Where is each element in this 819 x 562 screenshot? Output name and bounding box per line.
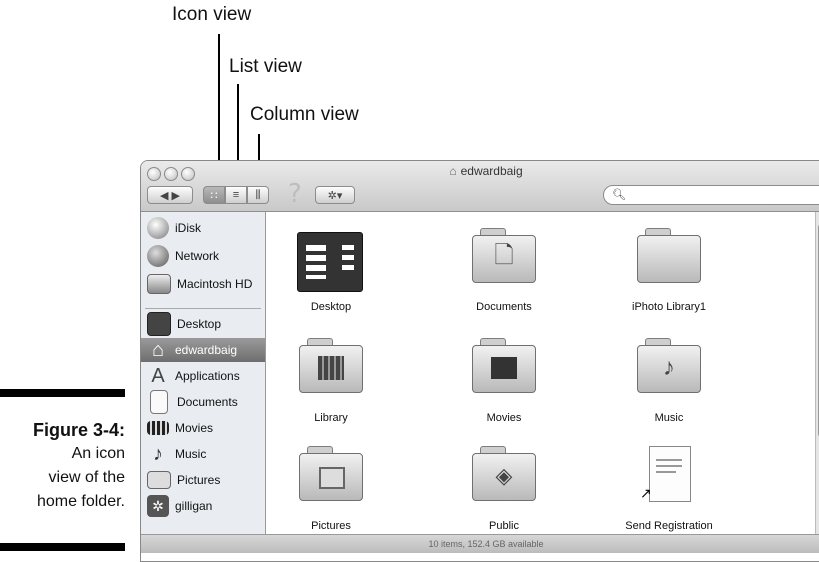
window-title-text: edwardbaig	[460, 164, 523, 178]
item-documents[interactable]: 🗋︎ Documents	[444, 226, 564, 316]
sidebar-item-label: Pictures	[177, 473, 221, 487]
books-icon	[318, 356, 344, 380]
movies-icon	[147, 421, 169, 435]
caption-line-3: home folder.	[36, 493, 125, 510]
item-pictures[interactable]: Pictures	[271, 444, 391, 534]
caption-line-1: An icon	[71, 445, 125, 462]
treble-clef-icon: ♪	[663, 354, 675, 381]
iphoto-library-folder-icon	[637, 228, 701, 283]
help-icon: ?	[288, 179, 302, 209]
item-send-registration[interactable]: ↗ Send Registration	[609, 444, 729, 534]
sidebar: iDisk Network Macintosh HD Desktop ⌂ edwa…	[141, 212, 266, 534]
item-label: Music	[654, 412, 684, 424]
search-field[interactable]: 🔍︎	[603, 185, 819, 205]
list-view-callout: List view	[229, 56, 302, 77]
sidebar-item-idisk[interactable]: iDisk	[147, 216, 201, 240]
window-title: ⌂ edwardbaig	[141, 164, 819, 178]
music-folder-icon: ♪	[637, 338, 701, 393]
clapperboard-icon	[491, 357, 517, 379]
desktop-folder-icon	[297, 232, 363, 292]
icon-view-area: Desktop 🗋︎ Documents iPhoto Library1 Lib…	[266, 212, 814, 534]
item-library[interactable]: Library	[271, 336, 391, 426]
sidebar-item-movies[interactable]: Movies	[147, 416, 213, 440]
column-view-callout: Column view	[250, 104, 359, 125]
alias-arrow-icon: ↗	[640, 485, 652, 501]
hard-drive-icon	[147, 274, 171, 294]
sidebar-item-label: iDisk	[175, 221, 201, 235]
title-bar: ⌂ edwardbaig ◀ ▶ ∷ ≡ ⫼ ? ✲▾ 🔍︎	[141, 161, 819, 212]
applications-icon: A	[151, 365, 165, 387]
list-view-button[interactable]: ≡	[225, 186, 247, 204]
caption-line-2: view of the	[48, 469, 125, 486]
sidebar-item-network[interactable]: Network	[147, 244, 219, 268]
status-bar: 10 items, 152.4 GB available	[141, 534, 819, 553]
item-public[interactable]: ◈ Public	[444, 444, 564, 534]
sidebar-item-label: Network	[175, 249, 220, 263]
send-registration-icon: ↗	[640, 446, 691, 502]
item-desktop[interactable]: Desktop	[271, 226, 391, 316]
item-label: Desktop	[310, 301, 352, 313]
item-label: Pictures	[311, 520, 351, 532]
sidebar-item-edwardbaig[interactable]: ⌂ edwardbaig	[141, 338, 265, 362]
caption-top-rule	[0, 389, 125, 397]
sidebar-item-label: Desktop	[177, 317, 222, 331]
finder-window: ⌂ edwardbaig ◀ ▶ ∷ ≡ ⫼ ? ✲▾ 🔍︎ iDisk Netw…	[140, 160, 819, 562]
photo-frame-icon	[319, 467, 345, 489]
column-view-button[interactable]: ⫼	[247, 186, 269, 204]
sidebar-item-music[interactable]: ♪ Music	[147, 442, 206, 466]
item-label: iPhoto Library1	[632, 301, 706, 313]
caption-bottom-rule	[0, 543, 125, 551]
sidebar-item-label: Macintosh HD	[177, 277, 253, 291]
pictures-folder-icon	[299, 446, 363, 501]
sidebar-item-label: Movies	[175, 421, 214, 435]
sidebar-item-label: edwardbaig	[175, 343, 238, 357]
sidebar-item-documents[interactable]: Documents	[147, 390, 238, 414]
idisk-icon	[147, 217, 169, 239]
vertical-scrollbar[interactable]: ▲ ▼	[815, 212, 819, 534]
sidebar-item-pictures[interactable]: Pictures	[147, 468, 220, 492]
music-icon: ♪	[153, 443, 163, 465]
item-label: Library	[314, 412, 348, 424]
sidebar-item-label: Documents	[177, 395, 238, 409]
home-icon: ⌂	[151, 339, 165, 361]
item-music[interactable]: ♪ Music	[609, 336, 729, 426]
pictures-icon	[147, 471, 171, 489]
item-iphoto-library[interactable]: iPhoto Library1	[609, 226, 729, 316]
item-movies[interactable]: Movies	[444, 336, 564, 426]
back-forward-button[interactable]: ◀ ▶	[147, 186, 193, 204]
sidebar-item-label: gilligan	[175, 499, 213, 513]
network-icon	[147, 245, 169, 267]
sidebar-item-desktop[interactable]: Desktop	[147, 312, 221, 336]
figure-number: Figure 3-4:	[32, 420, 125, 440]
public-folder-icon: ◈	[472, 446, 536, 501]
documents-folder-icon: 🗋︎	[472, 228, 536, 283]
home-icon: ⌂	[449, 164, 457, 178]
sidebar-item-label: Music	[175, 447, 207, 461]
item-label: Send Registration	[625, 520, 713, 532]
sidebar-item-macintosh-hd[interactable]: Macintosh HD	[147, 272, 252, 296]
movies-folder-icon	[472, 338, 536, 393]
sidebar-item-label: Applications	[175, 369, 240, 383]
sidebar-item-gilligan[interactable]: ✲ gilligan	[147, 494, 212, 518]
sidebar-separator	[145, 308, 261, 309]
item-label: Movies	[486, 412, 522, 424]
library-folder-icon	[299, 338, 363, 393]
figure-caption: Figure 3-4: An icon view of the home fol…	[33, 418, 125, 514]
gilligan-icon: ✲	[147, 495, 169, 517]
desktop-icon	[147, 312, 171, 336]
search-icon: 🔍︎	[612, 189, 626, 201]
icon-view-button[interactable]: ∷	[203, 186, 225, 204]
documents-icon	[150, 390, 168, 414]
item-label: Public	[489, 520, 519, 532]
document-icon: 🗋︎	[494, 241, 514, 269]
item-label: Documents	[476, 301, 532, 313]
icon-view-callout: Icon view	[172, 4, 252, 25]
sidebar-item-applications[interactable]: A Applications	[147, 364, 240, 388]
pedestrian-sign-icon: ◈	[495, 463, 513, 488]
action-menu-button[interactable]: ✲▾	[315, 186, 355, 204]
